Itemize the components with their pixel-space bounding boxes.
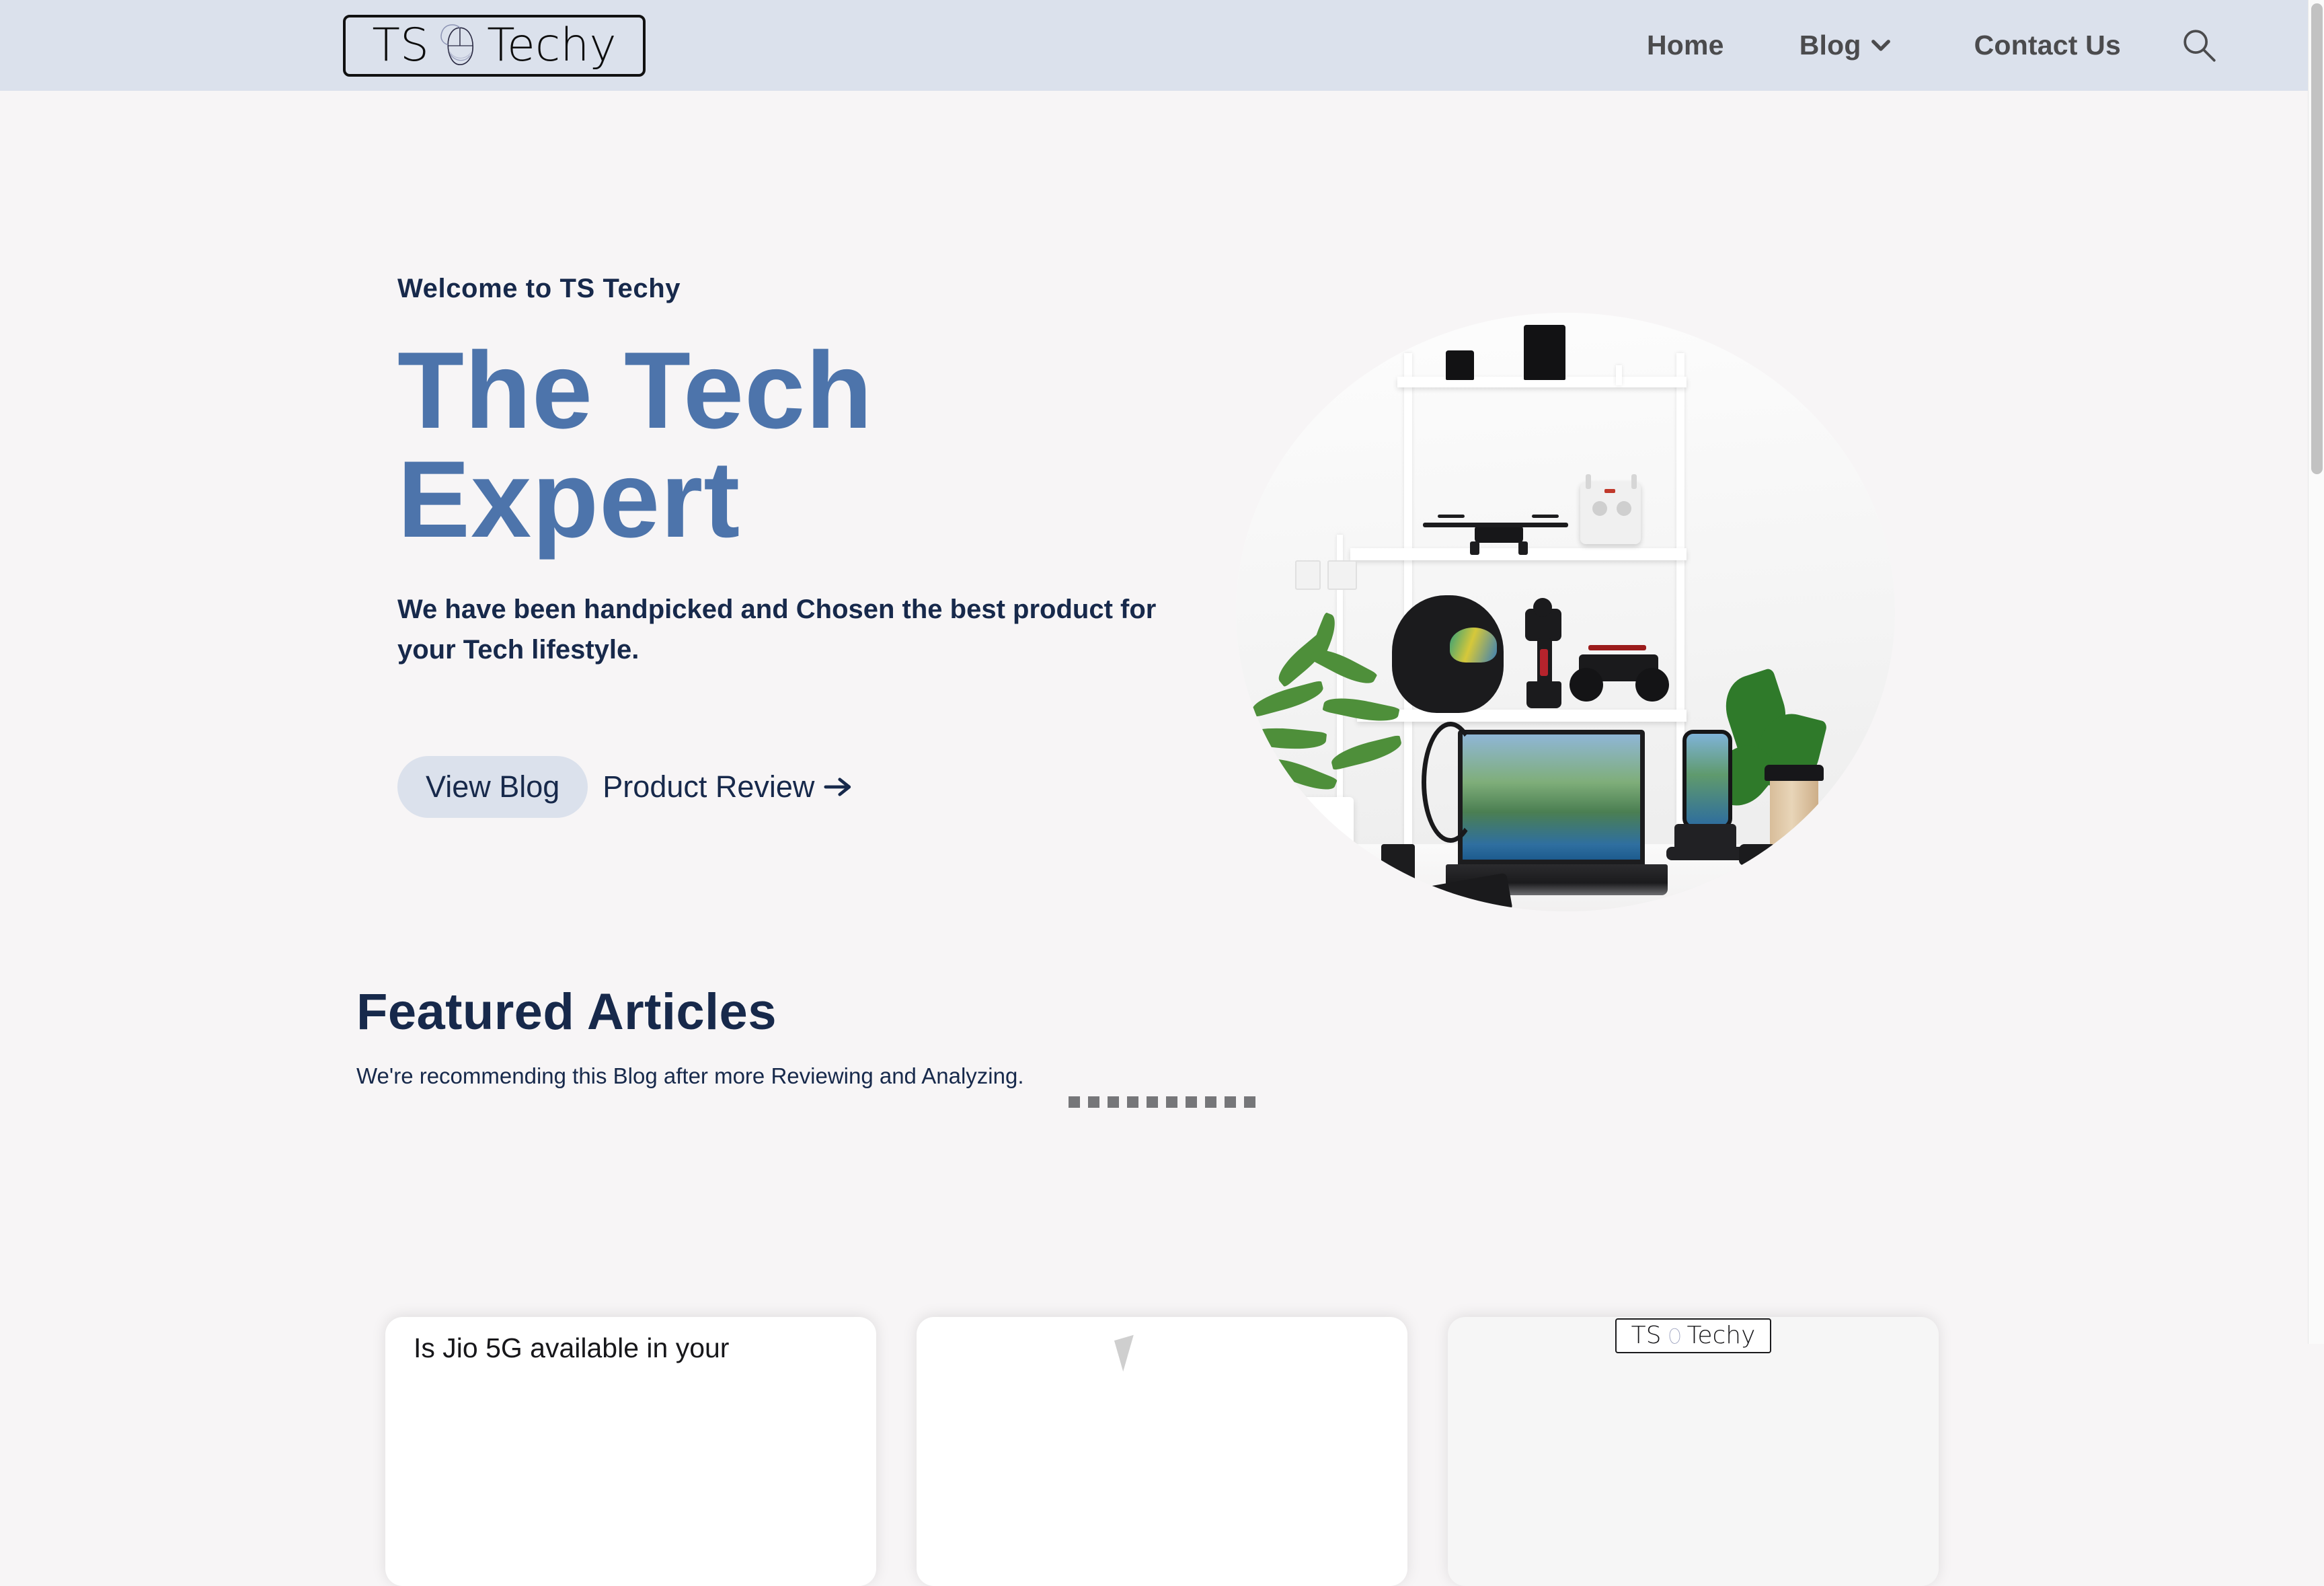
featured-articles-subtitle: We're recommending this Blog after more … — [356, 1063, 1024, 1088]
search-button[interactable] — [2176, 22, 2223, 69]
hero-actions: View Blog Product Review — [397, 756, 1238, 818]
article-card[interactable]: Is Jio 5G available in your — [385, 1317, 876, 1586]
article-cards-row: Is Jio 5G available in your TS Techy — [0, 1317, 2324, 1586]
site-header: TS Techy Home Blog Contact Us — [0, 0, 2324, 91]
nav-item-contact-us[interactable]: Contact Us — [1974, 30, 2121, 61]
nav-item-home[interactable]: Home — [1647, 30, 1724, 61]
carousel-dot[interactable] — [1127, 1096, 1138, 1108]
product-review-label: Product Review — [603, 769, 815, 804]
card-logo-text-right: Techy — [1687, 1322, 1756, 1349]
computer-mouse-icon — [440, 24, 474, 65]
computer-mouse-icon — [1670, 1328, 1680, 1344]
carousel-dot[interactable] — [1069, 1096, 1080, 1108]
page-scrollbar-thumb[interactable] — [2311, 3, 2323, 474]
carousel-dot[interactable] — [1244, 1096, 1255, 1108]
card-logo-text-left: TS — [1631, 1322, 1662, 1349]
carousel-dot[interactable] — [1088, 1096, 1099, 1108]
nav-label-contact-us: Contact Us — [1974, 30, 2121, 61]
view-blog-button[interactable]: View Blog — [397, 756, 588, 818]
carousel-dot[interactable] — [1225, 1096, 1236, 1108]
featured-articles-section: Featured Articles We're recommending thi… — [0, 985, 2324, 1089]
site-logo[interactable]: TS Techy — [343, 15, 646, 77]
carousel-indicators — [0, 1096, 2324, 1108]
hero-title: The Tech Expert — [397, 330, 874, 560]
main-navigation: Home Blog Contact Us — [1647, 0, 2324, 91]
page-scrollbar-track[interactable] — [2308, 0, 2324, 1344]
arrow-right-icon — [824, 778, 851, 796]
article-card-logo: TS Techy — [1615, 1318, 1771, 1353]
hero-image — [1236, 313, 1895, 911]
article-card[interactable] — [917, 1317, 1407, 1586]
hero-subtitle: We have been handpicked and Chosen the b… — [397, 595, 1157, 665]
nav-label-home: Home — [1646, 30, 1724, 61]
article-card[interactable]: TS Techy — [1448, 1317, 1939, 1586]
hero-eyebrow: Welcome to TS Techy — [397, 274, 681, 303]
hero-section: Welcome to TS Techy The Tech Expert We h… — [0, 91, 2324, 1108]
chevron-down-icon — [1871, 39, 1890, 51]
nav-item-blog[interactable]: Blog — [1799, 30, 1891, 61]
carousel-dot[interactable] — [1166, 1096, 1177, 1108]
article-card-title: Is Jio 5G available in your — [414, 1332, 730, 1363]
nav-label-blog: Blog — [1799, 30, 1861, 61]
featured-articles-title: Featured Articles — [356, 983, 777, 1041]
carousel-dot[interactable] — [1186, 1096, 1197, 1108]
product-review-link[interactable]: Product Review — [603, 769, 852, 804]
logo-text-right: Techy — [487, 19, 617, 72]
carousel-dot[interactable] — [1108, 1096, 1119, 1108]
hero-copy: Welcome to TS Techy The Tech Expert We h… — [397, 274, 1238, 818]
carousel-dot[interactable] — [1147, 1096, 1158, 1108]
cursor-arrow-icon — [1114, 1334, 1143, 1372]
logo-text-left: TS — [372, 19, 430, 72]
carousel-dot[interactable] — [1205, 1096, 1216, 1108]
search-icon — [2183, 29, 2216, 62]
